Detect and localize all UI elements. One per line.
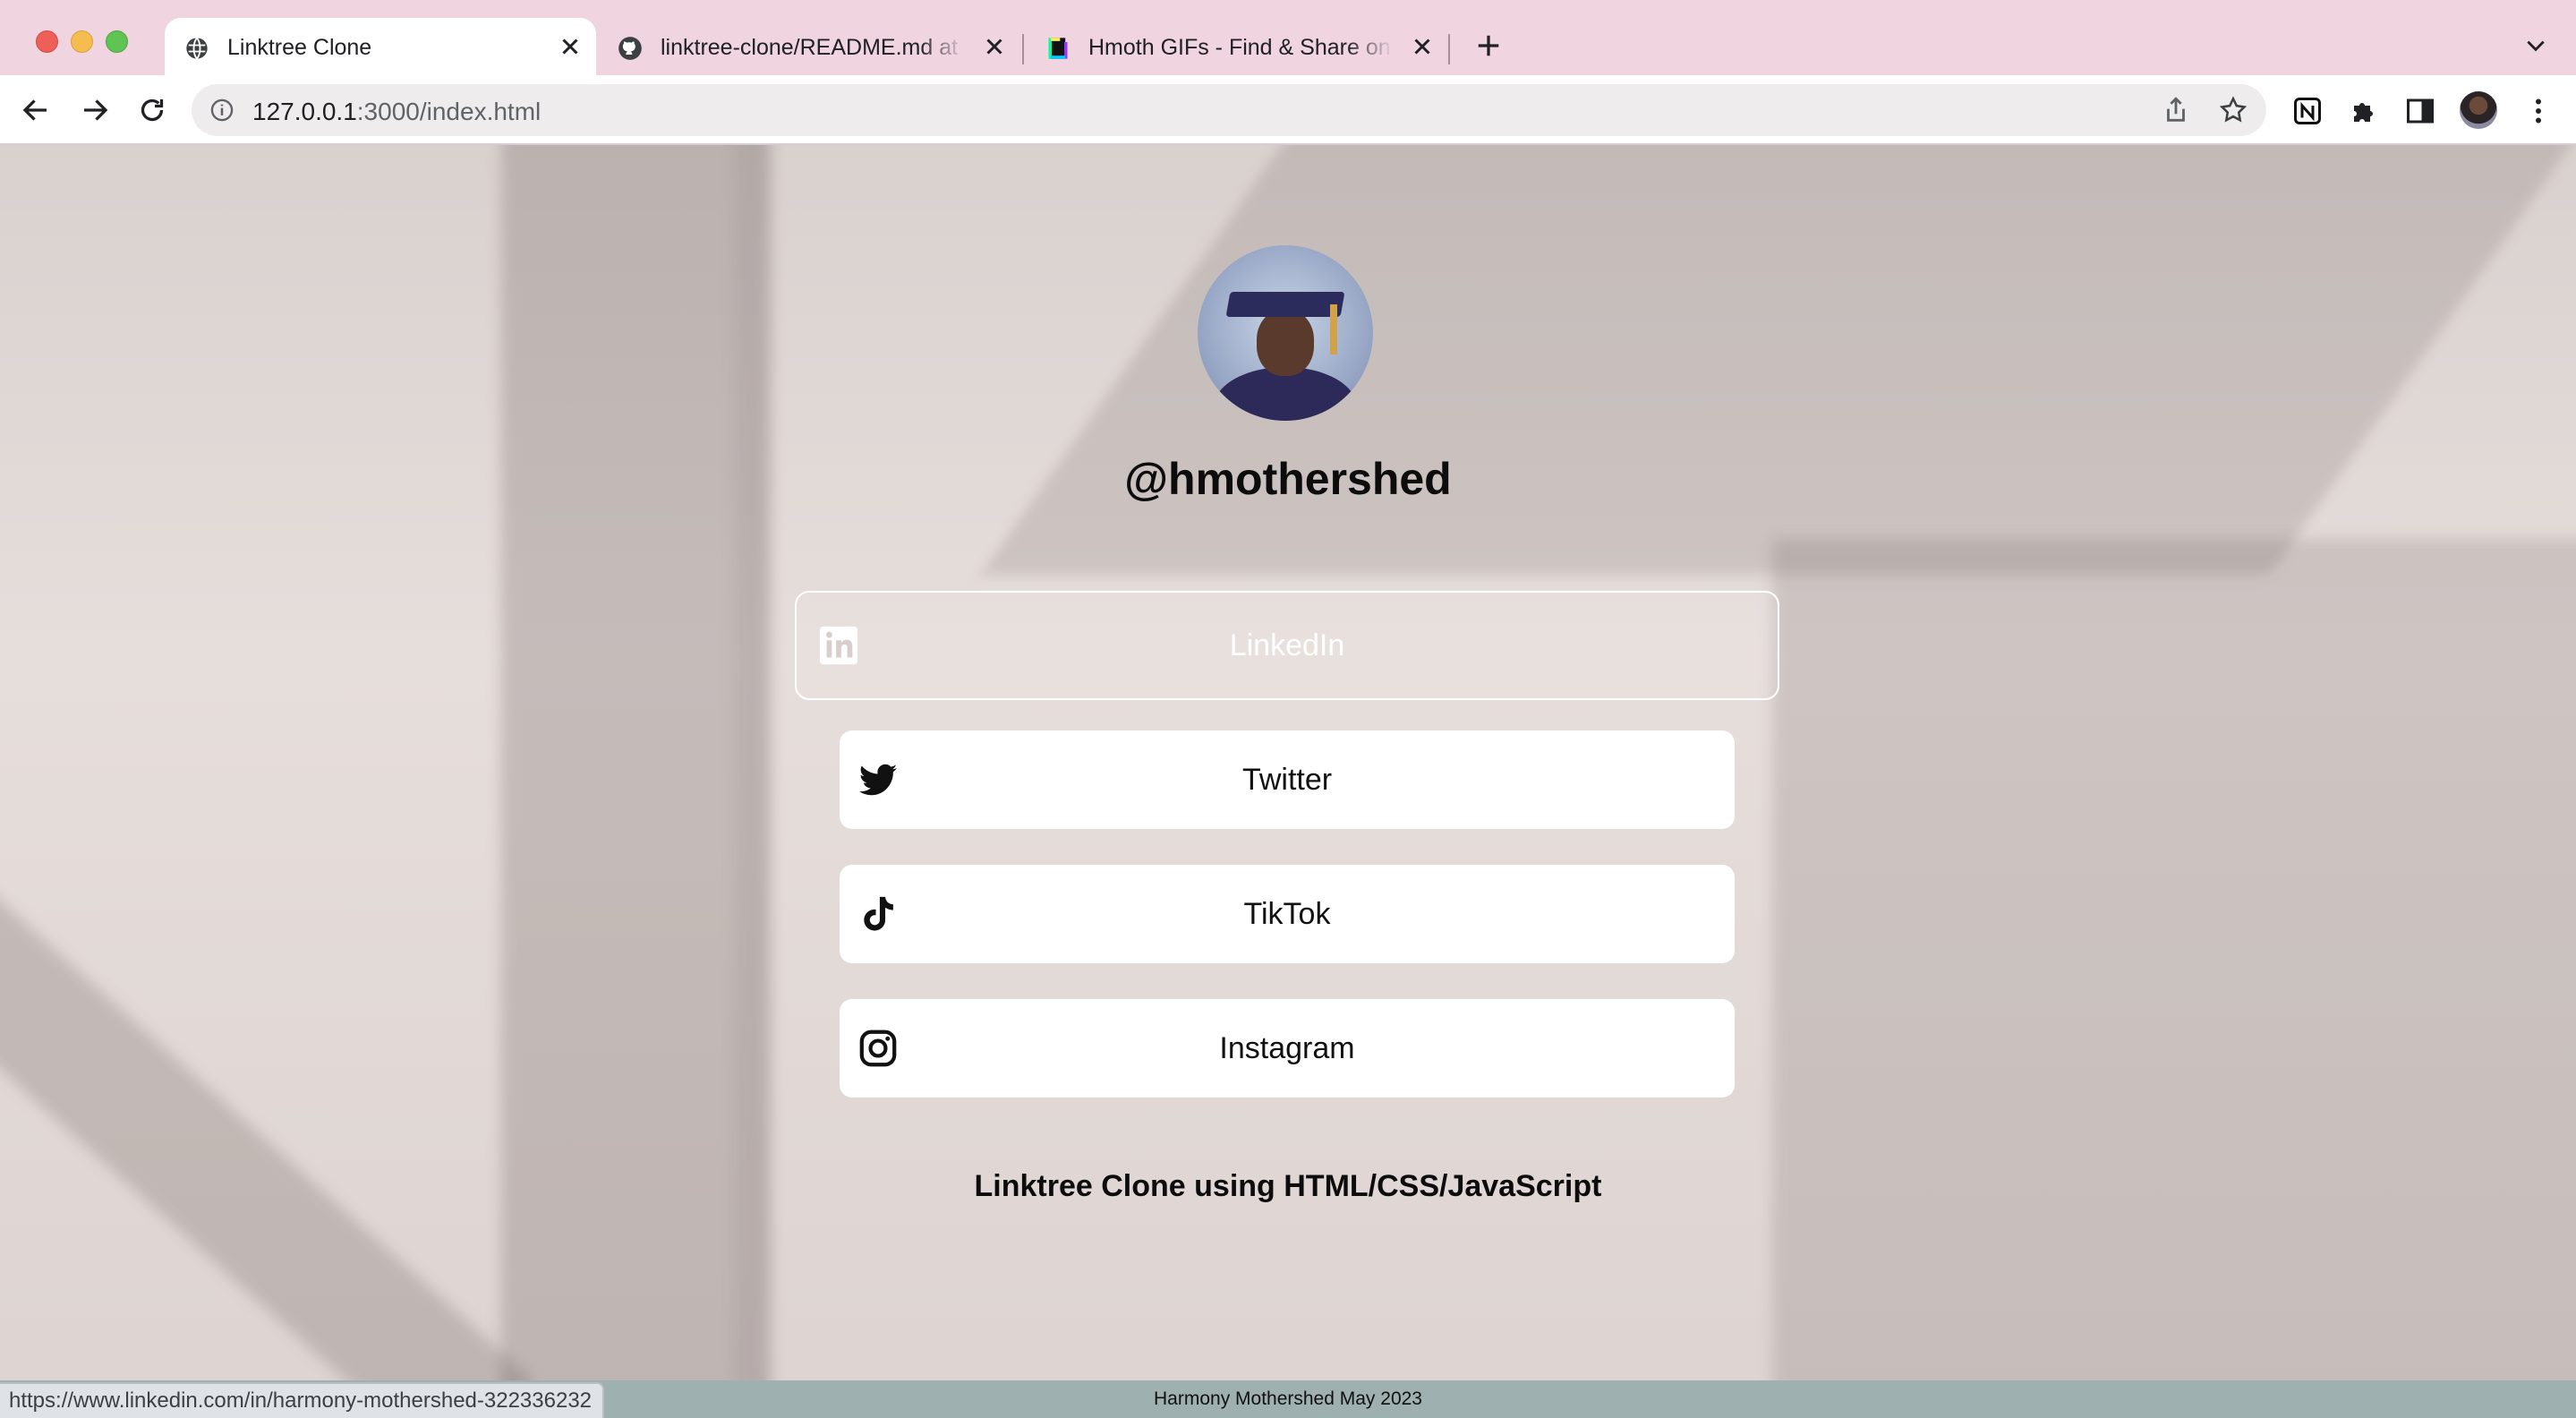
link-label: LinkedIn (1229, 628, 1345, 662)
instagram-link-button[interactable]: Instagram (840, 999, 1735, 1098)
page-viewport: @hmothershed LinkedIn Twitter TikTok Ins… (0, 145, 2576, 1418)
link-label: TikTok (1243, 896, 1331, 931)
browser-window: Linktree Clone linktree-clone/README.md … (0, 0, 2576, 1418)
chevron-down-icon[interactable] (2524, 36, 2547, 56)
notion-extension-icon[interactable] (2291, 95, 2324, 127)
forward-icon[interactable] (79, 94, 111, 126)
profile-face (1257, 310, 1314, 376)
address-url[interactable]: 127.0.0.1:3000/index.html (252, 98, 541, 126)
tab-linktree-clone[interactable]: Linktree Clone (165, 18, 596, 75)
background-shadow (1772, 539, 2576, 1418)
graduation-cap (1225, 292, 1345, 317)
close-window-button[interactable] (36, 30, 58, 53)
close-tab-icon[interactable] (557, 33, 584, 60)
close-tab-icon[interactable] (981, 33, 1008, 60)
tab-title: Hmoth GIFs - Find & Share on G (1088, 35, 1393, 60)
footer-text: Harmony Mothershed May 2023 (1154, 1388, 1422, 1409)
giphy-icon (1048, 38, 1068, 59)
extensions-puzzle-icon[interactable] (2349, 95, 2381, 127)
profile-picture (1198, 245, 1373, 421)
tab-title: Linktree Clone (227, 35, 372, 60)
link-status-bar: https://www.linkedin.com/in/harmony-moth… (0, 1382, 605, 1418)
linkedin-link-button[interactable]: LinkedIn (795, 591, 1779, 700)
reload-icon[interactable] (136, 94, 168, 126)
new-tab-icon[interactable] (1475, 32, 1502, 59)
side-panel-icon[interactable] (2404, 95, 2436, 127)
more-menu-icon[interactable] (2522, 95, 2555, 127)
site-info-icon[interactable] (209, 98, 235, 123)
tab-title: linktree-clone/README.md at m (661, 35, 965, 60)
profile-handle: @hmothershed (1124, 454, 1452, 504)
twitter-link-button[interactable]: Twitter (840, 730, 1735, 829)
link-label: Instagram (1219, 1030, 1355, 1065)
back-icon[interactable] (20, 94, 52, 126)
tab-giphy[interactable]: Hmoth GIFs - Find & Share on G (1026, 18, 1448, 75)
address-path: :3000/index.html (356, 98, 542, 125)
browser-toolbar: 127.0.0.1:3000/index.html (0, 75, 2576, 145)
maximize-window-button[interactable] (106, 30, 128, 53)
instagram-icon (859, 1029, 897, 1067)
cap-tassel (1330, 304, 1337, 354)
background-shadow (734, 145, 770, 1418)
linkedin-icon (819, 626, 858, 665)
twitter-icon (858, 764, 898, 796)
link-label: Twitter (1241, 762, 1333, 797)
github-icon (618, 37, 642, 60)
address-bar[interactable]: 127.0.0.1:3000/index.html (192, 84, 2266, 136)
address-host: 127.0.0.1 (252, 98, 357, 125)
minimize-window-button[interactable] (71, 30, 93, 53)
share-icon[interactable] (2161, 95, 2191, 125)
tab-separator (1022, 34, 1024, 64)
profile-avatar[interactable] (2460, 91, 2497, 129)
tiktok-icon (864, 896, 893, 931)
globe-icon (186, 37, 208, 60)
background-shadow (0, 841, 533, 1418)
background-shadow (501, 145, 770, 1418)
bookmark-star-icon[interactable] (2218, 95, 2248, 125)
page-tagline: Linktree Clone using HTML/CSS/JavaScript (974, 1169, 1602, 1203)
tab-separator (1448, 34, 1450, 64)
tab-strip: Linktree Clone linktree-clone/README.md … (0, 0, 2576, 75)
close-tab-icon[interactable] (1409, 33, 1436, 60)
tiktok-link-button[interactable]: TikTok (840, 865, 1735, 963)
tab-github-readme[interactable]: linktree-clone/README.md at m (598, 18, 1020, 75)
